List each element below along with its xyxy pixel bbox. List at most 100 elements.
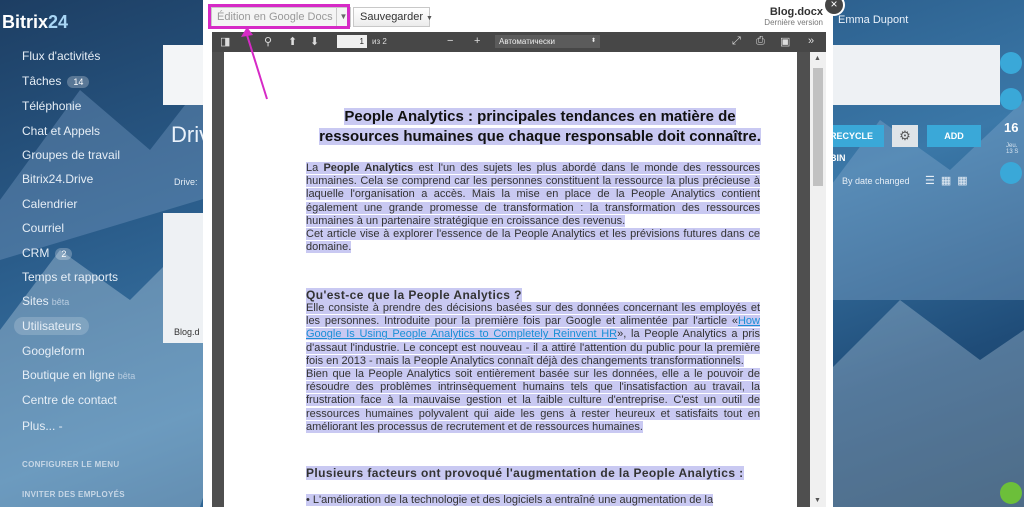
- sidebar-item-label: Chat et Appels: [22, 124, 101, 138]
- call-icon[interactable]: [1000, 482, 1022, 504]
- sidebar-toggle-icon[interactable]: ◨: [220, 35, 230, 48]
- invite-employees-link[interactable]: INVITER DES EMPLOYÉS: [22, 490, 125, 499]
- file-version: Dernière version: [764, 18, 823, 27]
- sidebar-item-telephonie[interactable]: Téléphonie: [22, 99, 81, 113]
- notification-bell-icon[interactable]: [1000, 52, 1022, 74]
- annotation-arrow-icon: [241, 27, 268, 100]
- document-page[interactable]: People Analytics : principales tendances…: [224, 52, 797, 507]
- sidebar-item-crm[interactable]: CRM 2: [22, 246, 73, 260]
- sidebar-item-groupes[interactable]: Groupes de travail: [22, 148, 120, 162]
- file-name: Blog.docx: [769, 6, 823, 18]
- pdf-toolbar: ◨ ⚲ ⬆ ⬇ из 2 − + Автоматически ⬍ ⤢ ⎙ ▣ »: [212, 32, 826, 52]
- sidebar-item-googleform[interactable]: Googleform: [22, 344, 85, 358]
- sort-dropdown[interactable]: By date changed: [842, 176, 910, 186]
- download-icon[interactable]: ▣: [780, 35, 790, 48]
- configure-menu-link[interactable]: CONFIGURER LE MENU: [22, 460, 119, 469]
- previous-page-icon[interactable]: ⬆: [288, 35, 297, 48]
- viewer-top-bar: Édition en Google Docs ▼ Sauvegarder ▼ Bl…: [203, 0, 833, 32]
- scroll-down-icon[interactable]: ▼: [814, 497, 821, 504]
- zoom-select[interactable]: Автоматически ⬍: [495, 35, 600, 48]
- heading-definition-text: Qu'est-ce que la People Analytics ?: [306, 288, 522, 302]
- sidebar-item-label: Utilisateurs: [22, 319, 82, 333]
- zoom-out-icon[interactable]: −: [447, 35, 453, 47]
- sidebar-item-taches[interactable]: Tâches 14: [22, 74, 90, 88]
- chevron-updown-icon: ⬍: [590, 38, 596, 44]
- sidebar-item-calendrier[interactable]: Calendrier: [22, 197, 77, 211]
- sidebar-item-chat[interactable]: Chat et Appels: [22, 124, 100, 138]
- paragraph-intro: La People Analytics est l'un des sujets …: [306, 162, 760, 254]
- crm-count-badge: 2: [55, 248, 73, 260]
- fullscreen-icon[interactable]: ⤢: [732, 35, 741, 48]
- beta-label: bêta: [51, 297, 70, 307]
- save-button[interactable]: Sauvegarder ▼: [353, 7, 433, 27]
- page-total: из 2: [372, 37, 387, 46]
- sidebar-item-label: Téléphonie: [22, 99, 82, 113]
- intro-start: La: [306, 162, 324, 174]
- sidebar-item-label: Tâches: [22, 74, 62, 88]
- clock-time: 16: [1004, 120, 1019, 135]
- logo-prefix: Bitrix: [2, 12, 49, 32]
- background-card: [163, 45, 203, 105]
- sidebar-item-contact[interactable]: Centre de contact: [22, 393, 117, 407]
- print-icon[interactable]: ⎙: [756, 35, 765, 48]
- paragraph-power: Bien que la People Analytics soit entièr…: [306, 368, 760, 433]
- scrollbar-thumb[interactable]: [813, 68, 823, 186]
- more-tools-icon[interactable]: »: [808, 35, 814, 47]
- sidebar-item-label: Plus... -: [22, 419, 63, 433]
- intro-bold: People Analytics: [323, 162, 414, 174]
- bullet-technology-text: • L'amélioration de la technologie et de…: [306, 494, 714, 506]
- sidebar-item-label: Calendrier: [22, 197, 78, 211]
- sidebar-item-courriel[interactable]: Courriel: [22, 221, 64, 235]
- document-title-text: People Analytics : principales tendances…: [319, 108, 761, 145]
- sidebar-item-label: Bitrix24.Drive: [22, 172, 94, 186]
- clock-date: Jeu. 13 S: [1006, 143, 1019, 155]
- sidebar-item-label: Courriel: [22, 221, 65, 235]
- phone-icon[interactable]: [1000, 162, 1022, 184]
- next-page-icon[interactable]: ⬇: [310, 35, 319, 48]
- sidebar-item-boutique[interactable]: Boutique en ligne bêta: [22, 368, 135, 382]
- add-button[interactable]: ADD: [927, 125, 981, 147]
- background-right-panel: [820, 45, 1000, 105]
- user-name[interactable]: Emma Dupont: [838, 14, 908, 26]
- sidebar-item-label: Boutique en ligne: [22, 368, 115, 382]
- page-number-input[interactable]: [337, 35, 367, 48]
- chevron-down-icon: ▼: [426, 15, 433, 22]
- sidebar-item-temps[interactable]: Temps et rapports: [22, 270, 118, 284]
- task-count-badge: 14: [67, 76, 90, 88]
- zoom-in-icon[interactable]: +: [474, 35, 480, 47]
- sidebar-item-label: Groupes de travail: [22, 148, 121, 162]
- sidebar-item-sites[interactable]: Sites bêta: [22, 294, 69, 308]
- background-file-label: Blog.d: [174, 327, 200, 337]
- heading-definition: Qu'est-ce que la People Analytics ?: [306, 288, 760, 302]
- document-viewer-modal: Édition en Google Docs ▼ Sauvegarder ▼ Bl…: [203, 0, 833, 507]
- sidebar-item-label: Flux d'activités: [22, 49, 101, 63]
- save-button-label: Sauvegarder: [360, 11, 423, 23]
- paragraph-purpose: Cet article vise à explorer l'essence de…: [306, 228, 760, 254]
- bitrix-logo[interactable]: Bitrix24: [2, 12, 68, 33]
- settings-gear-icon[interactable]: ⚙: [892, 125, 918, 147]
- logo-suffix: 24: [48, 12, 69, 32]
- sidebar-item-utilisateurs[interactable]: Utilisateurs: [14, 317, 90, 335]
- heading-factors-text: Plusieurs facteurs ont provoqué l'augmen…: [306, 466, 744, 480]
- sidebar-item-drive[interactable]: Bitrix24.Drive: [22, 172, 93, 186]
- sidebar-item-label: CRM: [22, 246, 50, 260]
- sidebar-item-flux[interactable]: Flux d'activités: [22, 49, 100, 63]
- heading-factors: Plusieurs facteurs ont provoqué l'augmen…: [306, 466, 760, 480]
- view-mode-icons[interactable]: ☰▦▦: [925, 174, 974, 187]
- sidebar-item-plus[interactable]: Plus... -: [22, 419, 63, 433]
- right-panel-icon[interactable]: [1000, 88, 1022, 110]
- paragraph-definition: Elle consiste à prendre des décisions ba…: [306, 302, 760, 434]
- sidebar-item-label: Googleform: [22, 344, 85, 358]
- zoom-value: Автоматически: [499, 37, 555, 46]
- sidebar-item-label: Temps et rapports: [22, 270, 119, 284]
- background-file-card: [163, 213, 203, 343]
- bullet-technology: • L'amélioration de la technologie et de…: [306, 494, 760, 507]
- beta-label: bêta: [117, 371, 136, 381]
- sidebar-item-label: Centre de contact: [22, 393, 117, 407]
- document-title: People Analytics : principales tendances…: [310, 107, 770, 147]
- sidebar-item-label: Sites: [22, 294, 49, 308]
- background-drive-label: Drive:: [174, 177, 198, 187]
- scroll-up-icon[interactable]: ▲: [814, 55, 821, 62]
- annotation-highlight-box: [208, 4, 350, 29]
- definition-start: Elle consiste à prendre des décisions ba…: [306, 302, 760, 328]
